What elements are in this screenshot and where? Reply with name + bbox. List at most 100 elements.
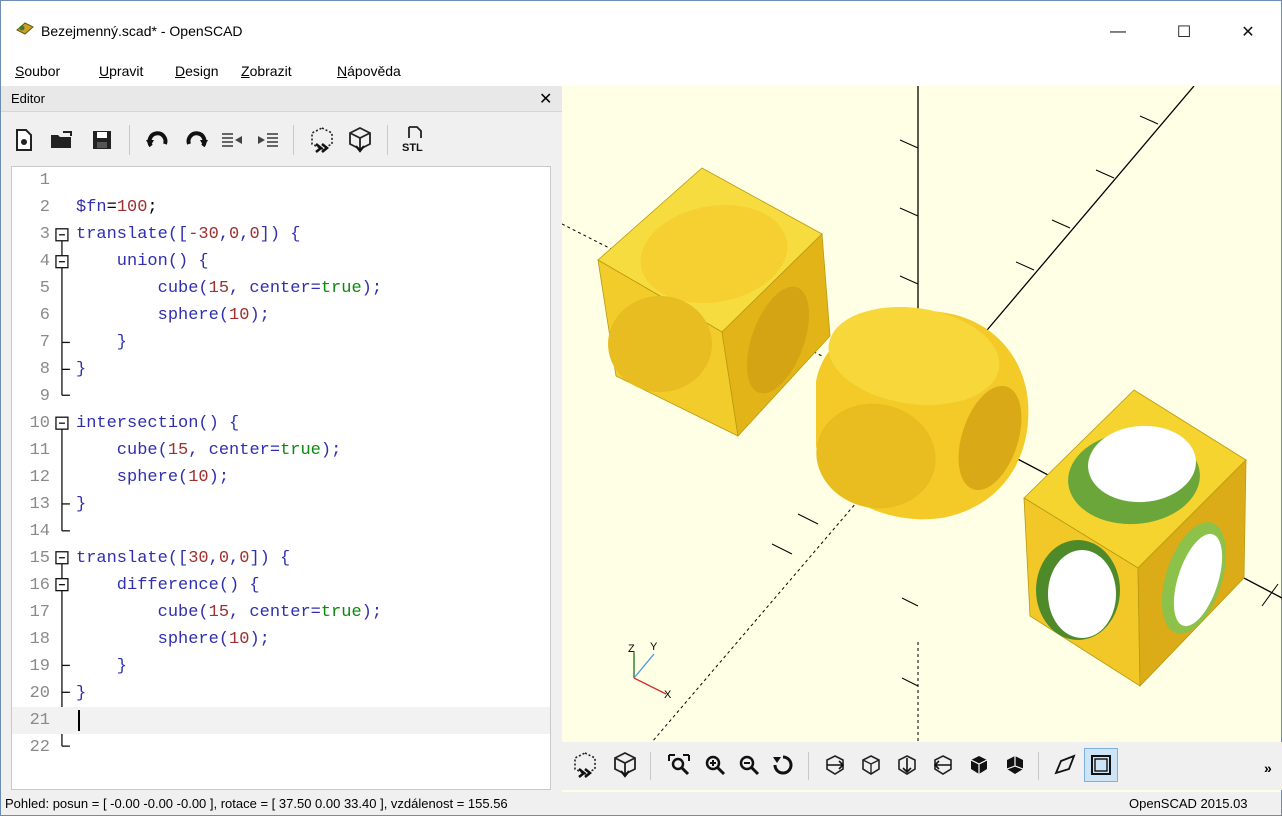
code-line[interactable]: 22 — [12, 734, 550, 761]
code-line[interactable]: 13} — [12, 491, 550, 518]
code-token: difference() { — [76, 576, 260, 595]
code-line[interactable]: 5 cube(15, center=true); — [12, 275, 550, 302]
preview-icon[interactable] — [305, 123, 339, 157]
code-token: cube( — [76, 441, 168, 460]
view-top-icon[interactable] — [854, 748, 888, 782]
line-number: 2 — [39, 198, 50, 217]
line-number: 13 — [29, 495, 50, 514]
line-number: 16 — [29, 576, 50, 595]
title-bar: Bezejmenný.scad* - OpenSCAD — ☐ ✕ — [0, 0, 1282, 58]
toolbar-overflow-button[interactable]: » — [1264, 760, 1272, 776]
code-token: ); — [208, 468, 230, 487]
code-token: = — [106, 198, 117, 217]
code-line[interactable]: 9 — [12, 383, 550, 410]
maximize-button[interactable]: ☐ — [1169, 19, 1199, 45]
view-left-icon[interactable] — [926, 748, 960, 782]
code-line[interactable]: 4 union() { — [12, 248, 550, 275]
editor-close-button[interactable]: ✕ — [539, 89, 552, 109]
orthogonal-icon[interactable] — [1084, 748, 1118, 782]
code-line[interactable]: 21 — [12, 707, 550, 734]
undo-icon[interactable] — [141, 123, 175, 157]
code-token: ([ — [167, 225, 189, 244]
perspective-icon[interactable] — [1048, 748, 1082, 782]
menu-upravit[interactable]: Upravit — [99, 63, 143, 79]
menu-soubor[interactable]: Soubor — [15, 63, 60, 79]
redo-icon[interactable] — [179, 123, 213, 157]
code-text: translate([30,0,0]) { — [76, 545, 290, 572]
openscad-logo-icon — [16, 22, 34, 35]
code-editor[interactable]: 1 2 $fn=100; 3 translate([-30,0,0]) {4 union… — [11, 166, 551, 790]
code-token: ); — [249, 630, 270, 649]
line-number: 20 — [29, 684, 50, 703]
stl-label: STL — [402, 142, 423, 154]
line-number: 12 — [29, 468, 50, 487]
3d-viewport[interactable]: Z Y X — [561, 85, 1282, 792]
open-folder-icon[interactable] — [45, 123, 79, 157]
unindent-icon[interactable] — [215, 123, 249, 157]
code-line[interactable]: 10 intersection() { — [12, 410, 550, 437]
code-line[interactable]: 16 difference() { — [12, 572, 550, 599]
save-icon[interactable] — [85, 123, 119, 157]
new-file-icon[interactable] — [7, 123, 41, 157]
code-line[interactable]: 17 cube(15, center=true); — [12, 599, 550, 626]
code-line[interactable]: 20} — [12, 680, 550, 707]
reset-view-icon[interactable] — [766, 748, 800, 782]
menu-zobrazit[interactable]: Zobrazit — [241, 63, 292, 79]
axis-gizmo: Z Y X — [628, 641, 672, 701]
view-back-icon[interactable] — [998, 748, 1032, 782]
code-token: union() { — [76, 252, 209, 271]
code-text: difference() { — [76, 572, 260, 599]
code-token: true — [320, 603, 362, 622]
view-front-icon[interactable] — [962, 748, 996, 782]
code-token: } — [76, 657, 128, 676]
code-token: 10 — [229, 306, 250, 325]
y-axis-negative — [651, 495, 863, 743]
zoom-in-icon[interactable] — [698, 748, 732, 782]
axis-label-z: Z — [628, 643, 635, 655]
code-line[interactable]: 8} — [12, 356, 550, 383]
text-caret — [78, 710, 80, 731]
code-text: } — [76, 356, 86, 383]
union-cube — [597, 167, 831, 437]
code-token: ); — [361, 603, 383, 622]
view-bottom-icon[interactable] — [890, 748, 924, 782]
code-line[interactable]: 1 — [12, 167, 550, 194]
intersection-shape — [816, 306, 1029, 520]
vt-render-icon[interactable] — [608, 748, 642, 782]
code-line[interactable]: 11 cube(15, center=true); — [12, 437, 550, 464]
menu-design[interactable]: Design — [175, 63, 219, 79]
code-token: } — [76, 333, 128, 352]
minimize-button[interactable]: — — [1103, 19, 1133, 45]
code-token: ); — [249, 306, 270, 325]
code-text: cube(15, center=true); — [76, 275, 382, 302]
zoom-out-icon[interactable] — [732, 748, 766, 782]
code-text: } — [76, 680, 86, 707]
code-line[interactable]: 18 sphere(10); — [12, 626, 550, 653]
version-text: OpenSCAD 2015.03 — [1129, 796, 1248, 811]
close-window-button[interactable]: ✕ — [1233, 19, 1263, 45]
code-token: 0 — [249, 225, 260, 244]
view-toolbar — [562, 742, 1282, 790]
code-line[interactable]: 3 translate([-30,0,0]) { — [12, 221, 550, 248]
code-token: cube( — [76, 603, 209, 622]
line-number: 1 — [39, 171, 50, 190]
code-token: true — [280, 441, 321, 460]
export-stl-button[interactable]: STL — [397, 123, 431, 157]
code-line[interactable]: 14 — [12, 518, 550, 545]
line-number: 11 — [29, 441, 50, 460]
indent-icon[interactable] — [251, 123, 285, 157]
code-line[interactable]: 12 sphere(10); — [12, 464, 550, 491]
code-line[interactable]: 7 } — [12, 329, 550, 356]
view-right-icon[interactable] — [818, 748, 852, 782]
menu-napoveda[interactable]: Nápověda — [337, 63, 401, 79]
code-text: } — [76, 329, 127, 356]
code-text: sphere(10); — [76, 464, 229, 491]
code-text: } — [76, 491, 86, 518]
code-line[interactable]: 19 } — [12, 653, 550, 680]
render-icon[interactable] — [343, 123, 377, 157]
code-line[interactable]: 2 $fn=100; — [12, 194, 550, 221]
vt-preview-icon[interactable] — [568, 748, 602, 782]
code-line[interactable]: 15 translate([30,0,0]) { — [12, 545, 550, 572]
code-line[interactable]: 6 sphere(10); — [12, 302, 550, 329]
view-all-icon[interactable] — [662, 748, 696, 782]
